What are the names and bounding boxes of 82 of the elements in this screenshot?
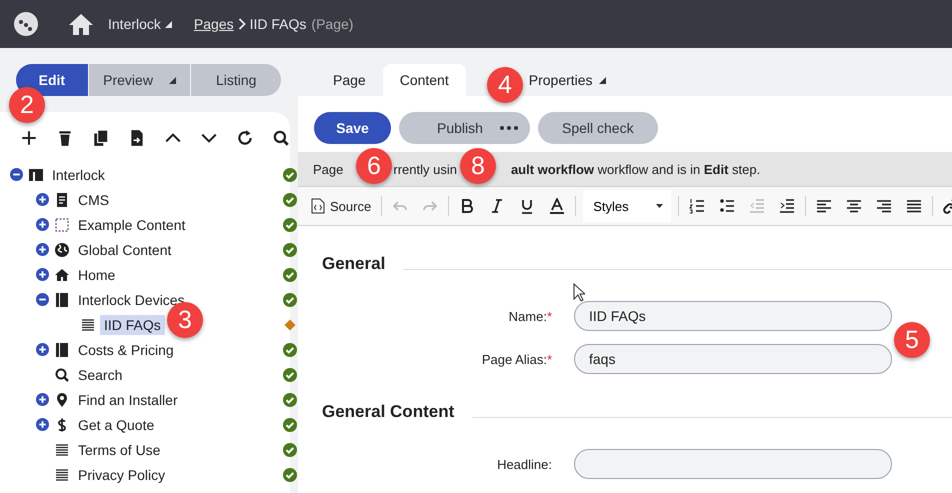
content-tab[interactable]: Content: [382, 64, 466, 96]
search-icon: [54, 366, 70, 382]
page-title: IID FAQs: [250, 16, 306, 32]
mouse-pointer-icon: [573, 283, 585, 302]
publish-button[interactable]: Publish: [399, 112, 530, 144]
field-label: Page Alias:*: [480, 352, 552, 366]
spell-check-button[interactable]: Spell check: [538, 112, 658, 144]
expand-icon[interactable]: [36, 393, 49, 406]
mode-tab[interactable]: Edit: [16, 64, 88, 96]
dropdown-icon[interactable]: [168, 76, 176, 84]
logo-icon[interactable]: [14, 12, 38, 36]
book-icon: [54, 292, 70, 308]
callout-badge: 4: [487, 67, 523, 103]
tree-item[interactable]: Global Content: [74, 240, 176, 260]
tree-item[interactable]: Example Content: [74, 214, 190, 234]
bulleted-list-icon[interactable]: [719, 198, 736, 214]
tree-item[interactable]: Get a Quote: [74, 414, 158, 434]
caret-icon: [656, 204, 664, 208]
dropdown-icon[interactable]: [164, 20, 172, 28]
expand-icon[interactable]: [36, 193, 49, 206]
search-icon[interactable]: [272, 129, 290, 147]
bold-icon[interactable]: [459, 198, 476, 214]
expand-icon[interactable]: [36, 218, 49, 231]
text-field[interactable]: [574, 449, 892, 479]
home-icon[interactable]: [68, 12, 94, 36]
workflow-notice: rrently usin: [393, 162, 457, 176]
section-heading: General Content: [322, 402, 454, 422]
save-button[interactable]: Save: [314, 112, 391, 144]
content-tab[interactable]: Page: [316, 64, 383, 96]
dotted-square-icon: [54, 216, 70, 232]
align-left-icon[interactable]: [816, 198, 832, 214]
tree-item[interactable]: CMS: [74, 190, 114, 210]
collapse-icon[interactable]: [36, 293, 49, 306]
globe-icon: [54, 242, 70, 258]
text-color-icon[interactable]: [549, 198, 566, 214]
tree-item[interactable]: Find an Installer: [74, 390, 182, 410]
lines-icon: [54, 442, 70, 458]
source-button[interactable]: Source: [304, 194, 378, 218]
chevron-right-icon: [238, 18, 246, 30]
workflow-notice: Page: [313, 162, 344, 176]
add-icon[interactable]: [20, 129, 38, 147]
tree-item[interactable]: IID FAQs: [100, 314, 165, 334]
site-menu[interactable]: Interlock: [108, 16, 161, 32]
expand-icon[interactable]: [36, 243, 49, 256]
document-icon: [54, 192, 70, 208]
text-field[interactable]: faqs: [574, 344, 892, 374]
tree-item[interactable]: Privacy Policy: [74, 464, 170, 484]
mode-tab[interactable]: Listing: [191, 64, 281, 96]
styles-dropdown[interactable]: Styles: [583, 190, 672, 222]
refresh-icon[interactable]: [236, 129, 254, 147]
align-center-icon[interactable]: [846, 198, 862, 214]
expand-icon[interactable]: [36, 418, 49, 431]
collapse-icon[interactable]: [10, 168, 23, 181]
copy-icon[interactable]: [92, 129, 110, 147]
layout-icon: [28, 166, 44, 182]
field-label: Name:*: [508, 308, 552, 324]
tree-item[interactable]: Interlock: [48, 164, 109, 184]
expand-icon[interactable]: [36, 343, 49, 356]
field-label: Headline:: [496, 456, 552, 472]
section-heading: General: [322, 254, 386, 274]
workflow-notice: ault workflow workflow and is in Edit step.: [510, 162, 760, 176]
pin-icon: [54, 392, 70, 408]
breadcrumb-link[interactable]: Pages: [194, 16, 234, 32]
lines-icon: [80, 316, 96, 332]
dropdown-icon[interactable]: [598, 76, 606, 84]
tree-item[interactable]: Terms of Use: [74, 440, 164, 460]
tree-item[interactable]: Costs & Pricing: [74, 340, 178, 360]
mode-tab[interactable]: Preview: [88, 64, 190, 96]
expand-icon[interactable]: [36, 268, 49, 281]
book-icon: [54, 342, 70, 358]
page-type: (Page): [311, 16, 354, 32]
tree-item[interactable]: Home: [74, 264, 120, 284]
more-icon[interactable]: [500, 126, 518, 130]
lines-icon: [54, 466, 70, 482]
source-icon: [311, 198, 325, 214]
home-icon: [54, 266, 70, 282]
indent-icon[interactable]: [779, 198, 796, 214]
align-right-icon[interactable]: [876, 198, 892, 214]
numbered-list-icon[interactable]: [689, 198, 706, 214]
justify-icon[interactable]: [906, 198, 922, 214]
text-field[interactable]: IID FAQs: [574, 301, 892, 331]
tree-item[interactable]: Search: [74, 364, 126, 384]
